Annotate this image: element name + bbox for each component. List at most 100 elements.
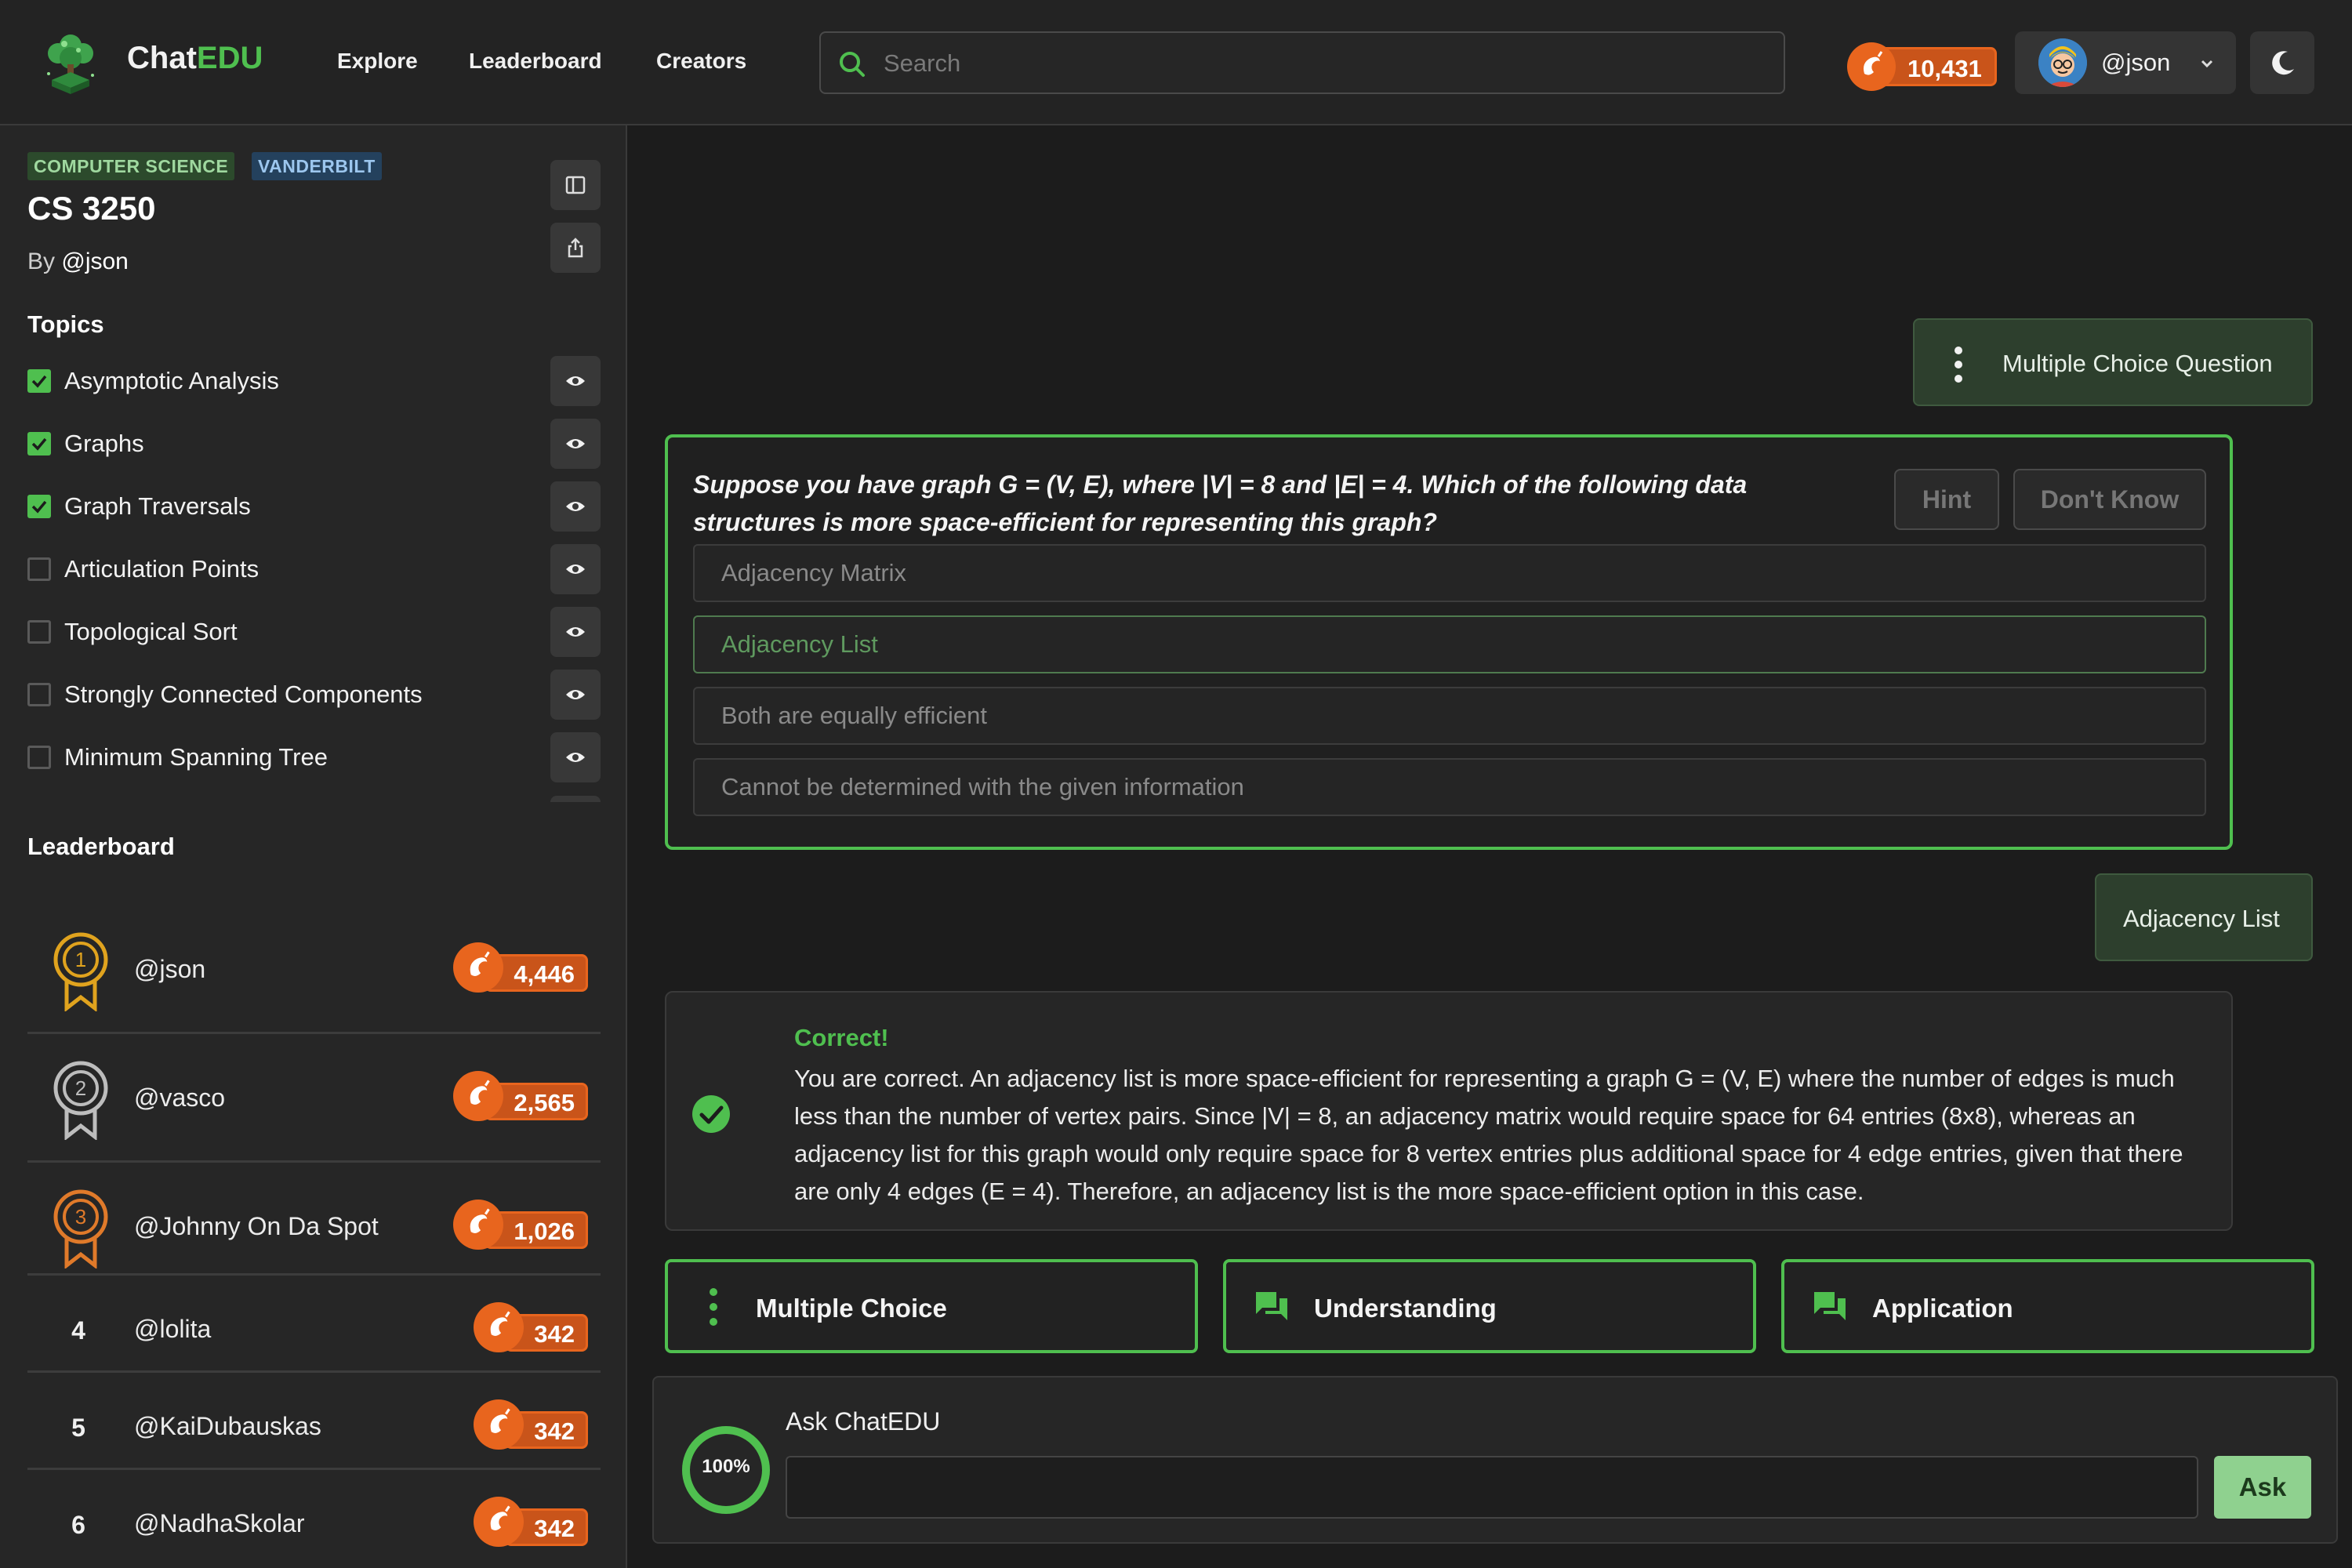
- coin-icon: [474, 1399, 524, 1450]
- coin-icon: [453, 1199, 504, 1250]
- application-button[interactable]: Application: [1781, 1259, 2314, 1353]
- collapse-sidebar-button[interactable]: [550, 160, 601, 210]
- topic-checkbox[interactable]: [27, 620, 51, 644]
- eye-icon: [566, 690, 585, 699]
- leaderboard-row[interactable]: 2 @vasco 2,565: [27, 1050, 601, 1148]
- topic-checkbox[interactable]: [27, 683, 51, 706]
- view-topic-button[interactable]: [550, 670, 601, 720]
- leaderboard-username[interactable]: @vasco: [134, 1083, 225, 1112]
- answer-option[interactable]: Both are equally efficient: [693, 687, 2206, 745]
- topic-checkbox[interactable]: [27, 746, 51, 769]
- leaderboard-row[interactable]: 4 @lolita 342: [27, 1291, 601, 1370]
- share-button[interactable]: [550, 223, 601, 273]
- view-topic-button[interactable]: [550, 544, 601, 594]
- view-topic-button[interactable]: [550, 732, 601, 782]
- subject-tag[interactable]: COMPUTER SCIENCE: [27, 152, 235, 180]
- topic-item[interactable]: Graph Traversals: [27, 481, 601, 532]
- ask-label: Ask ChatEDU: [786, 1407, 941, 1436]
- moon-icon: [2272, 51, 2294, 75]
- question-text: Suppose you have graph G = (V, E), where…: [693, 470, 1748, 536]
- by-prefix: By: [27, 249, 56, 274]
- answer-option[interactable]: Cannot be determined with the given info…: [693, 758, 2206, 816]
- app-root: ChatEDU Explore Leaderboard Creators 10,…: [0, 0, 2352, 1568]
- leaderboard-username[interactable]: @KaiDubauskas: [134, 1412, 321, 1441]
- leaderboard-username[interactable]: @json: [134, 955, 205, 984]
- search-input[interactable]: [884, 42, 1769, 85]
- topic-item[interactable]: Topological Sort: [27, 607, 601, 657]
- view-topic-button[interactable]: [550, 419, 601, 469]
- user-coin-balance[interactable]: 10,431: [1847, 42, 1997, 91]
- leaderboard-username[interactable]: @NadhaSkolar: [134, 1509, 304, 1538]
- author-link[interactable]: @json: [61, 249, 129, 274]
- feedback-title: Correct!: [794, 1024, 889, 1051]
- user-message-chip[interactable]: Multiple Choice Question: [1913, 318, 2313, 406]
- leaderboard-row[interactable]: 5 @KaiDubauskas 342: [27, 1388, 601, 1467]
- medal-rank: 2: [75, 1076, 86, 1100]
- leaderboard-username[interactable]: @Johnny On Da Spot: [134, 1212, 379, 1241]
- more-vertical-icon: [1955, 347, 1962, 383]
- brand-part-edu: EDU: [196, 41, 263, 75]
- leaderboard-username[interactable]: @lolita: [134, 1315, 211, 1344]
- topic-list-overflow: [550, 796, 601, 802]
- topic-label: Graph Traversals: [64, 492, 251, 520]
- topic-item[interactable]: Minimum Spanning Tree: [27, 732, 601, 782]
- search-box[interactable]: [819, 31, 1785, 94]
- medal-rank: 1: [75, 948, 86, 971]
- multiple-choice-button[interactable]: Multiple Choice: [665, 1259, 1198, 1353]
- user-answer-chip[interactable]: Adjacency List: [2095, 873, 2313, 961]
- nav-leaderboard[interactable]: Leaderboard: [469, 49, 602, 74]
- understanding-button[interactable]: Understanding: [1223, 1259, 1756, 1353]
- leaderboard-divider: [27, 1160, 601, 1163]
- leaderboard-row[interactable]: 1 @json 4,446: [27, 921, 601, 1019]
- topic-checkbox[interactable]: [27, 432, 51, 456]
- leaderboard-heading: Leaderboard: [27, 833, 175, 860]
- eye-icon: [566, 502, 585, 511]
- check-circle-icon: [692, 1095, 730, 1133]
- view-topic-button[interactable]: [550, 481, 601, 532]
- coin-icon: [1847, 42, 1896, 91]
- top-bar: ChatEDU Explore Leaderboard Creators 10,…: [0, 0, 2352, 125]
- nav-creators[interactable]: Creators: [656, 49, 746, 74]
- theme-toggle-button[interactable]: [2250, 31, 2314, 94]
- brand-part-chat: Chat: [127, 41, 197, 75]
- coin-icon: [474, 1302, 524, 1352]
- topic-item[interactable]: Strongly Connected Components: [27, 670, 601, 720]
- answer-option[interactable]: Adjacency Matrix: [693, 544, 2206, 602]
- view-topic-button[interactable]: [550, 607, 601, 657]
- share-icon: [568, 238, 583, 258]
- answer-option-selected[interactable]: Adjacency List: [693, 615, 2206, 673]
- brand-name[interactable]: ChatEDU: [127, 41, 263, 76]
- more-vertical-icon: [710, 1288, 717, 1326]
- topics-heading: Topics: [27, 310, 104, 338]
- topic-checkbox[interactable]: [27, 369, 51, 393]
- nav-explore[interactable]: Explore: [337, 49, 418, 74]
- topic-checkbox[interactable]: [27, 495, 51, 518]
- hint-button[interactable]: Hint: [1894, 469, 1999, 530]
- medal-icon: 3: [53, 1189, 108, 1269]
- topic-item[interactable]: Graphs: [27, 419, 601, 469]
- eye-icon: [566, 627, 585, 637]
- view-topic-button[interactable]: [550, 356, 601, 406]
- user-message-text: Multiple Choice Question: [2002, 350, 2273, 377]
- user-answer-text: Adjacency List: [2123, 905, 2280, 932]
- user-menu-button[interactable]: @json: [2015, 31, 2236, 94]
- topic-item[interactable]: Articulation Points: [27, 544, 601, 594]
- leaderboard-score: 1,026: [453, 1199, 588, 1250]
- school-tag[interactable]: VANDERBILT: [252, 152, 382, 180]
- chat-bubbles-icon: [1256, 1292, 1287, 1320]
- leaderboard-row[interactable]: 3 @Johnny On Da Spot 1,026: [27, 1178, 601, 1276]
- topic-item[interactable]: Asymptotic Analysis: [27, 356, 601, 406]
- topic-checkbox[interactable]: [27, 557, 51, 581]
- chatedu-logo-icon[interactable]: [41, 28, 100, 97]
- dont-know-button[interactable]: Don't Know: [2013, 469, 2206, 530]
- understanding-label: Understanding: [1314, 1294, 1497, 1323]
- eye-icon: [566, 564, 585, 574]
- leaderboard-rank: 5: [71, 1414, 85, 1442]
- ask-button[interactable]: Ask: [2214, 1456, 2311, 1519]
- topic-label: Graphs: [64, 430, 144, 457]
- coin-icon: [474, 1497, 524, 1547]
- ask-input[interactable]: [786, 1456, 2198, 1519]
- progress-text: 100%: [702, 1456, 750, 1477]
- leaderboard-row[interactable]: 6 @NadhaSkolar 342: [27, 1486, 601, 1564]
- leaderboard-score: 342: [474, 1399, 588, 1450]
